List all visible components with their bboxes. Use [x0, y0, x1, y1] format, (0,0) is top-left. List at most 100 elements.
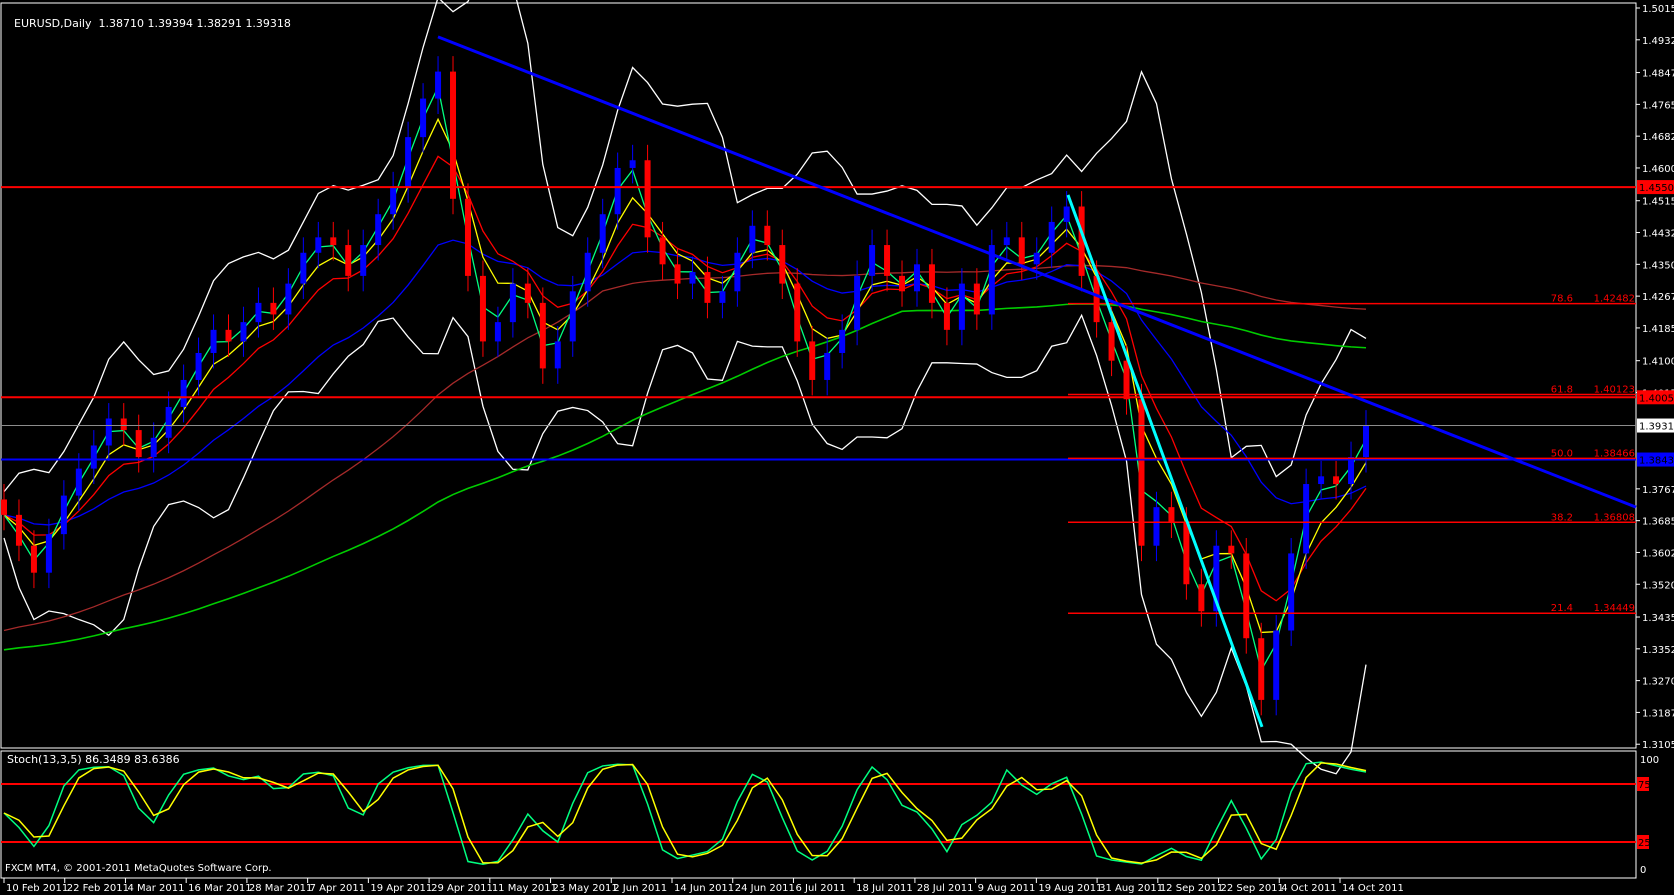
candle-bull — [180, 379, 187, 407]
price-tick-label: 1.36850 — [1642, 517, 1674, 528]
date-tick-label: 9 Aug 2011 — [978, 883, 1036, 894]
candle-bull — [839, 329, 846, 353]
date-tick-label: 10 Feb 2011 — [6, 883, 68, 894]
stoch-scale-min: 0 — [1640, 865, 1646, 876]
date-tick-label: 18 Jul 2011 — [856, 883, 913, 894]
price-tick-label: 1.37675 — [1642, 485, 1674, 496]
candle-bull — [105, 418, 112, 446]
candle-bull — [1288, 553, 1295, 631]
symbol-timeframe: EURUSD,Daily — [14, 17, 92, 30]
candle-bull — [749, 225, 756, 253]
candle-bull — [420, 98, 427, 138]
price-tick-label: 1.49325 — [1642, 36, 1674, 47]
candle-bull — [599, 214, 606, 253]
candle-bull — [255, 302, 262, 323]
price-label: 1.40051 — [1639, 393, 1674, 404]
price-tick-label: 1.50150 — [1642, 4, 1674, 15]
fib-price: 1.34449 — [1594, 603, 1635, 614]
candle-bull — [584, 252, 591, 292]
price-chart[interactable]: 1.50150 1.49325 1.48475 1.47650 1.46825 1.460… — [0, 0, 1674, 895]
candle-bull — [629, 160, 636, 168]
candle-bull — [869, 245, 876, 276]
date-tick-label: 7 Apr 2011 — [310, 883, 365, 894]
candle-bear — [464, 198, 471, 276]
candle-bull — [360, 245, 367, 276]
date-tick-label: 29 Apr 2011 — [431, 883, 493, 894]
candle-bear — [1333, 476, 1340, 485]
date-tick-label: 14 Oct 2011 — [1342, 883, 1404, 894]
candle-bear — [794, 283, 801, 342]
candle-bear — [1168, 507, 1175, 523]
candle-bull — [1303, 484, 1310, 554]
ma-21-line — [3, 155, 1367, 602]
candle-bear — [1108, 322, 1115, 361]
candle-bull — [45, 534, 52, 573]
ma-5-line — [3, 85, 1367, 672]
date-tick-label: 23 May 2011 — [553, 883, 618, 894]
candle-bull — [150, 437, 157, 458]
stoch-level-label: 75 — [1638, 780, 1651, 791]
candle-bull — [195, 352, 202, 380]
candle-bull — [494, 322, 501, 342]
candle-bear — [943, 302, 950, 330]
date-tick-label: 28 Mar 2011 — [249, 883, 312, 894]
fib-ratio: 78.6 — [1551, 294, 1573, 305]
candle-bull — [1348, 457, 1355, 485]
ma-10-line — [3, 117, 1367, 634]
stoch-scale-max: 100 — [1640, 755, 1659, 766]
candle-bear — [764, 225, 771, 246]
fib-ratio: 50.0 — [1551, 448, 1573, 459]
ma-55-line — [3, 239, 1367, 526]
candle-bull — [390, 187, 397, 215]
candle-bear — [15, 514, 22, 546]
candle-bull — [405, 137, 412, 188]
candle-bear — [524, 283, 531, 303]
candle-bear — [330, 237, 337, 246]
candle-bear — [1183, 522, 1190, 585]
candle-bear — [225, 329, 232, 342]
candle-bear — [539, 302, 546, 369]
price-tick-label: 1.31050 — [1642, 740, 1674, 751]
price-tick-label: 1.45150 — [1642, 197, 1674, 208]
price-tick-label: 1.32700 — [1642, 677, 1674, 688]
candle-bull — [554, 341, 561, 369]
ma-200-line — [3, 303, 1367, 651]
fib-ratio: 61.8 — [1551, 384, 1573, 395]
date-tick-label: 19 Aug 2011 — [1038, 883, 1102, 894]
candle-bear — [450, 71, 457, 199]
price-label: 1.38436 — [1639, 456, 1674, 467]
candle-bear — [479, 275, 486, 342]
candle-bear — [1123, 360, 1130, 400]
candle-bear — [345, 245, 352, 276]
price-tick-label: 1.43500 — [1642, 260, 1674, 271]
candle-bear — [884, 245, 891, 276]
fib-price: 1.36808 — [1594, 512, 1635, 523]
candle-bear — [1243, 553, 1250, 639]
price-tick-label: 1.36025 — [1642, 548, 1674, 559]
candle-bull — [824, 352, 831, 380]
candle-bull — [854, 275, 861, 330]
candle-bear — [120, 418, 127, 431]
current-price-label: 1.39318 — [1639, 422, 1674, 433]
bollinger-lower — [3, 313, 1367, 775]
price-tick-label: 1.31875 — [1642, 708, 1674, 719]
candle-bull — [165, 406, 172, 438]
candle-bull — [1153, 507, 1160, 546]
candle-bear — [1228, 545, 1235, 554]
candle-bear — [270, 302, 277, 315]
candle-bull — [614, 167, 621, 215]
candle-bull — [75, 468, 82, 496]
candle-bull — [509, 283, 516, 323]
candle-bull — [958, 283, 965, 330]
candle-bull — [240, 322, 247, 342]
candle-bull — [285, 283, 292, 315]
candle-bear — [973, 283, 980, 315]
main-panel-frame — [0, 2, 1637, 749]
price-tick-label: 1.48475 — [1642, 69, 1674, 80]
stoch-header: Stoch(13,3,5) 86.3489 83.6386 — [7, 753, 180, 766]
price-tick-label: 1.33525 — [1642, 645, 1674, 656]
price-tick-label: 1.46825 — [1642, 132, 1674, 143]
candle-bull — [1363, 425, 1369, 458]
date-tick-label: 31 Aug 2011 — [1099, 883, 1163, 894]
candle-bear — [928, 264, 935, 303]
